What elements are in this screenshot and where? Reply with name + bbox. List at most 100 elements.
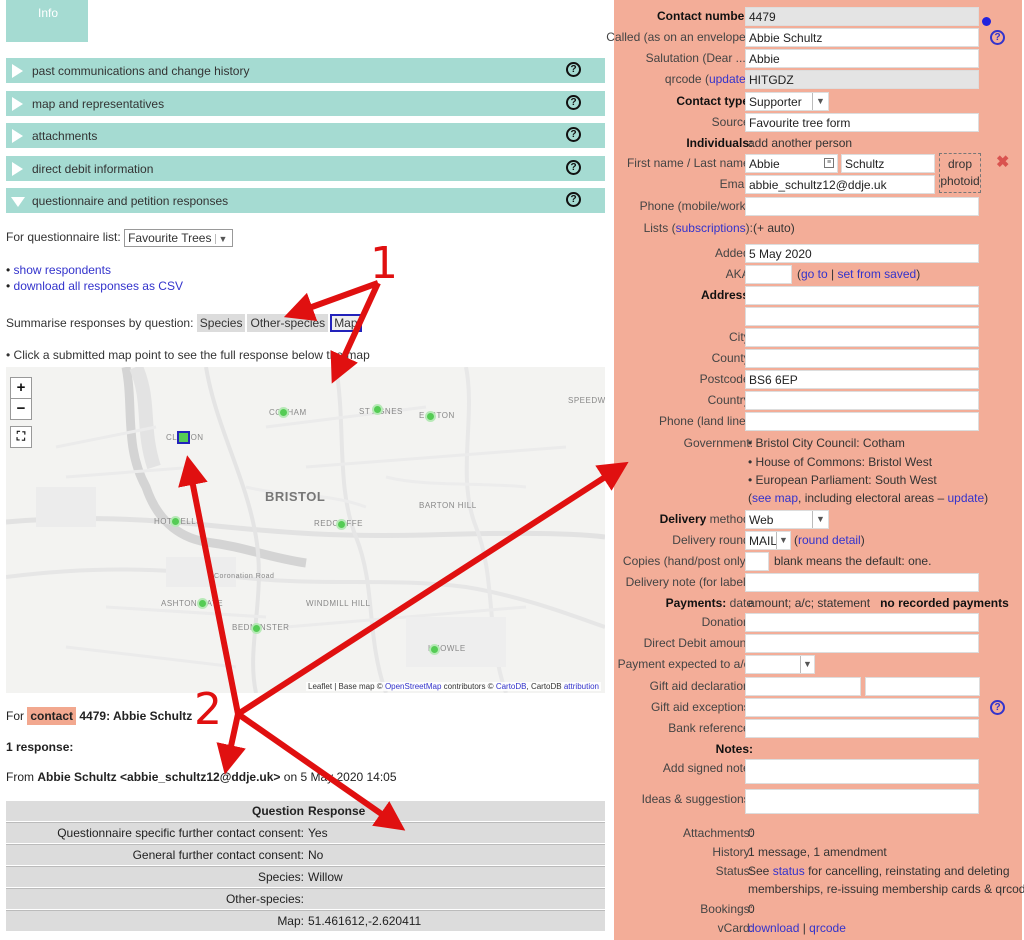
attribution-link[interactable]: attribution (564, 682, 599, 691)
info-tab[interactable]: Info (6, 0, 88, 42)
download-csv-link[interactable]: download all responses as CSV (14, 279, 183, 293)
bookings-link[interactable]: Bookings: (700, 902, 753, 916)
fullscreen-icon[interactable]: ⛶ (10, 426, 32, 448)
help-icon[interactable]: ? (990, 700, 1005, 715)
map-point[interactable] (251, 623, 262, 634)
aka-set-from-saved-link[interactable]: set from saved (838, 267, 917, 281)
row-gift-aid-exceptions: Gift aid exceptions: ? (614, 697, 1022, 718)
ideas-textarea[interactable] (745, 789, 979, 814)
map-point[interactable] (425, 411, 436, 422)
expand-triangle-icon (12, 162, 23, 176)
help-icon[interactable]: ? (566, 62, 581, 77)
phone-mobile-field[interactable] (745, 197, 979, 216)
delivery-method-select[interactable]: Web ▼ (745, 510, 829, 529)
dd-amount-field[interactable] (745, 634, 979, 653)
summarise-other-species-button[interactable]: Other-species (247, 314, 329, 332)
delivery-round-select[interactable]: MAIL ▼ (745, 531, 791, 550)
called-field[interactable]: Abbie Schultz (745, 28, 979, 47)
aka-field[interactable] (745, 265, 792, 284)
map-point[interactable] (429, 644, 440, 655)
last-name-field[interactable]: Schultz (841, 154, 935, 173)
chevron-down-icon: ▼ (812, 93, 828, 110)
copies-note: blank means the default: one. (774, 554, 932, 568)
zoom-out-button[interactable]: − (10, 398, 32, 420)
government-update-link[interactable]: update (947, 491, 984, 505)
qrcode-update-link[interactable]: update (709, 72, 746, 86)
contact-number-label: Contact number: (657, 9, 753, 23)
copies-field[interactable] (745, 552, 769, 571)
zoom-in-button[interactable]: + (10, 377, 32, 399)
row-payment-ac: Payment expected to a/c: ▼ (614, 654, 1022, 675)
add-person-link[interactable]: add another person (748, 136, 852, 150)
row-delivery-method: Delivery method: Web ▼ (614, 509, 1022, 530)
accordion-attachments[interactable]: attachments ? (6, 123, 605, 148)
city-field[interactable] (745, 328, 979, 347)
osm-link[interactable]: OpenStreetMap (385, 682, 441, 691)
summarise-species-button[interactable]: Species (196, 314, 246, 332)
accordion-past-communications[interactable]: past communications and change history ? (6, 58, 605, 83)
questionnaire-select[interactable]: Favourite Trees ▼ (124, 229, 234, 247)
contact-tag[interactable]: contact (27, 707, 77, 725)
vcard-qrcode-link[interactable]: qrcode (809, 921, 846, 935)
gift-aid-field-1[interactable] (745, 677, 861, 696)
gift-aid-exceptions-field[interactable] (745, 698, 979, 717)
contact-type-select[interactable]: Supporter ▼ (745, 92, 829, 111)
bank-reference-field[interactable] (745, 719, 979, 738)
donation-field[interactable] (745, 613, 979, 632)
summarise-map-button[interactable]: Map (330, 314, 362, 332)
history-summary: 1 message, 1 amendment (748, 845, 887, 859)
map-point[interactable] (197, 598, 208, 609)
help-icon[interactable]: ? (566, 192, 581, 207)
accordion-map-representatives[interactable]: map and representatives ? (6, 91, 605, 116)
status-dot-icon (982, 17, 991, 26)
map-point[interactable] (278, 407, 289, 418)
signed-note-textarea[interactable] (745, 759, 979, 784)
salutation-field[interactable]: Abbie (745, 49, 979, 68)
help-icon[interactable]: ? (990, 30, 1005, 45)
subscriptions-link[interactable]: subscriptions (676, 221, 746, 235)
phone-land-field[interactable] (745, 412, 979, 431)
payment-ac-select[interactable]: ▼ (745, 655, 815, 674)
cartodb-link[interactable]: CartoDB (496, 682, 527, 691)
aka-goto-link[interactable]: go to (801, 267, 828, 281)
gift-aid-field-2[interactable] (865, 677, 980, 696)
see-map-link[interactable]: see map (752, 491, 798, 505)
remove-person-icon[interactable]: ✖ (996, 152, 1009, 172)
map-point[interactable] (336, 519, 347, 530)
delivery-note-field[interactable] (745, 573, 979, 592)
county-field[interactable] (745, 349, 979, 368)
lists-auto-link[interactable]: (+ auto) (753, 221, 795, 235)
added-field[interactable]: 5 May 2020 (745, 244, 979, 263)
address-line2-field[interactable] (745, 307, 979, 326)
map-point[interactable] (372, 404, 383, 415)
row-aka: AKA: (go to | set from saved) (614, 264, 1022, 285)
map-point-selected[interactable] (177, 431, 190, 444)
help-icon[interactable]: ? (566, 160, 581, 175)
country-field[interactable] (745, 391, 979, 410)
accordion-questionnaire-responses[interactable]: questionnaire and petition responses ? (6, 188, 605, 213)
chevron-down-icon: ▼ (800, 656, 814, 673)
attachments-link[interactable]: Attachments: (683, 826, 753, 840)
row-salutation: Salutation (Dear ...): Abbie (614, 48, 1022, 69)
vcard-download-link[interactable]: download (748, 921, 799, 935)
round-detail-link[interactable]: round detail (798, 533, 861, 547)
contact-card-icon[interactable]: ≡ (824, 158, 834, 168)
no-payments: no recorded payments (880, 596, 1009, 610)
postcode-field[interactable]: BS6 6EP (745, 370, 979, 389)
source-field[interactable]: Favourite tree form (745, 113, 979, 132)
email-field[interactable]: abbie_schultz12@ddje.uk (745, 175, 935, 194)
accordion-direct-debit[interactable]: direct debit information ? (6, 156, 605, 181)
map-point[interactable] (170, 516, 181, 527)
called-label: Called (as on an envelope): (606, 30, 753, 44)
address-line1-field[interactable] (745, 286, 979, 305)
history-link[interactable]: History: (712, 845, 753, 859)
response-map[interactable]: + − ⛶ COTHAM ST AGNES EASTON CLIFTON BRI… (6, 367, 605, 693)
map-label: BARTON HILL (419, 501, 477, 510)
delivery-bold: Delivery (659, 512, 707, 526)
status-link[interactable]: status (773, 864, 805, 878)
first-name-field[interactable]: Abbie ≡ (745, 154, 838, 173)
bank-reference-label: Bank reference: (668, 721, 753, 735)
show-respondents-link[interactable]: show respondents (14, 263, 111, 277)
help-icon[interactable]: ? (566, 95, 581, 110)
help-icon[interactable]: ? (566, 127, 581, 142)
